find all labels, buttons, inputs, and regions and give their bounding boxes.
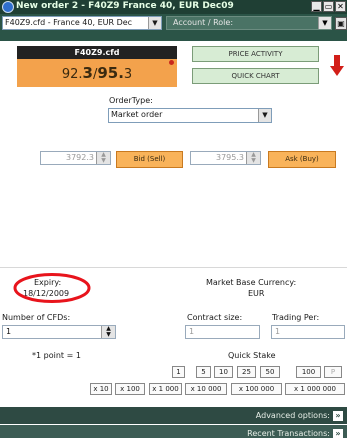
order-type-label: OrderType: xyxy=(109,96,153,105)
recent-transactions-label: Recent Transactions: xyxy=(247,429,330,438)
advanced-options-bar[interactable]: Advanced options:» xyxy=(0,407,347,424)
bid-price-stepper[interactable]: 3792.3 ▲ ▼ xyxy=(40,151,111,165)
ask-price-small: 3 xyxy=(123,67,133,82)
num-cfds-stepper[interactable]: 1 ▲ ▼ xyxy=(2,325,116,339)
chevron-down-icon[interactable]: ▼ xyxy=(318,17,331,29)
highlight-circle-icon xyxy=(13,273,91,303)
multiplier-button-x1000[interactable]: x 1 000 xyxy=(149,383,182,395)
stepper-arrows-icon[interactable]: ▲ ▼ xyxy=(101,326,115,338)
currency-label: Market Base Currency: xyxy=(206,278,297,287)
trading-per-field: 1 xyxy=(271,325,345,339)
order-type-select[interactable]: Market order ▼ xyxy=(108,108,272,123)
bid-price-small: 3 xyxy=(82,64,93,82)
num-cfds-label: Number of CFDs: xyxy=(2,313,71,322)
close-button[interactable]: ✕ xyxy=(335,1,346,12)
app-icon xyxy=(2,1,14,13)
section-divider xyxy=(0,267,347,268)
contract-size-field: 1 xyxy=(185,325,260,339)
bid-sell-button[interactable]: Bid (Sell) xyxy=(116,151,183,168)
instrument-value: F40Z9.cfd - France 40, EUR Dec xyxy=(5,18,133,27)
ask-buy-button[interactable]: Ask (Buy) xyxy=(268,151,336,168)
minimize-button[interactable]: ▁ xyxy=(311,1,322,12)
num-cfds-value: 1 xyxy=(6,327,12,336)
stake-button-1[interactable]: 1 xyxy=(172,366,185,378)
multiplier-button-x10[interactable]: x 10 xyxy=(90,383,112,395)
quote-tile[interactable]: F40Z9.cfd 92.3/95.3 xyxy=(17,46,177,87)
chevron-down-icon[interactable]: ▼ xyxy=(148,17,161,29)
order-type-value: Market order xyxy=(111,110,163,119)
price-activity-button[interactable]: PRICE ACTIVITY xyxy=(192,46,319,62)
stake-button-100[interactable]: 100 xyxy=(296,366,321,378)
multiplier-button-x10000[interactable]: x 10 000 xyxy=(185,383,227,395)
point-note: *1 point = 1 xyxy=(32,351,81,360)
account-role-placeholder: Account / Role: xyxy=(173,18,234,27)
trading-per-label: Trading Per: xyxy=(272,313,320,322)
window-titlebar: New order 2 - F40Z9 France 40, EUR Dec09… xyxy=(0,0,347,14)
quote-prices: 92.3/95.3 xyxy=(17,59,177,87)
bid-price-big: 92. xyxy=(61,67,83,82)
ask-price-big: 95. xyxy=(97,64,124,82)
stake-button-5[interactable]: 5 xyxy=(196,366,211,378)
stake-button-p[interactable]: P xyxy=(324,366,342,378)
advanced-options-label: Advanced options: xyxy=(255,411,330,420)
bid-price-value: 3792.3 xyxy=(66,153,94,162)
panel-icon[interactable]: ▣ xyxy=(335,17,347,30)
contract-size-label: Contract size: xyxy=(187,313,243,322)
chevron-down-icon[interactable]: ▼ xyxy=(258,109,271,122)
recent-transactions-bar[interactable]: Recent Transactions:» xyxy=(0,425,347,439)
ask-price-value: 3795.3 xyxy=(216,153,244,162)
contract-size-value: 1 xyxy=(189,327,195,336)
instrument-toolbar: F40Z9.cfd - France 40, EUR Dec ▼ Account… xyxy=(0,14,347,41)
status-dot-icon xyxy=(169,60,174,65)
instrument-select[interactable]: F40Z9.cfd - France 40, EUR Dec ▼ xyxy=(2,16,162,30)
arrow-down-icon xyxy=(330,55,344,76)
multiplier-button-x100[interactable]: x 100 xyxy=(115,383,145,395)
maximize-button[interactable]: ▭ xyxy=(323,1,334,12)
quick-chart-button[interactable]: QUICK CHART xyxy=(192,68,319,84)
stake-button-25[interactable]: 25 xyxy=(237,366,256,378)
stepper-arrows-icon[interactable]: ▲ ▼ xyxy=(96,152,110,164)
ask-price-stepper[interactable]: 3795.3 ▲ ▼ xyxy=(190,151,261,165)
stake-button-50[interactable]: 50 xyxy=(260,366,280,378)
multiplier-button-x1000000[interactable]: x 1 000 000 xyxy=(285,383,345,395)
currency-value: EUR xyxy=(248,289,265,298)
quick-stake-label: Quick Stake xyxy=(228,351,276,360)
window-title: New order 2 - F40Z9 France 40, EUR Dec09 xyxy=(16,1,234,11)
multiplier-button-x100000[interactable]: x 100 000 xyxy=(231,383,282,395)
stake-button-10[interactable]: 10 xyxy=(214,366,233,378)
trading-per-value: 1 xyxy=(275,327,281,336)
quote-symbol: F40Z9.cfd xyxy=(17,46,177,59)
stepper-arrows-icon[interactable]: ▲ ▼ xyxy=(246,152,260,164)
account-role-select[interactable]: Account / Role: ▼ xyxy=(166,16,332,30)
double-chevron-right-icon[interactable]: » xyxy=(333,411,343,421)
